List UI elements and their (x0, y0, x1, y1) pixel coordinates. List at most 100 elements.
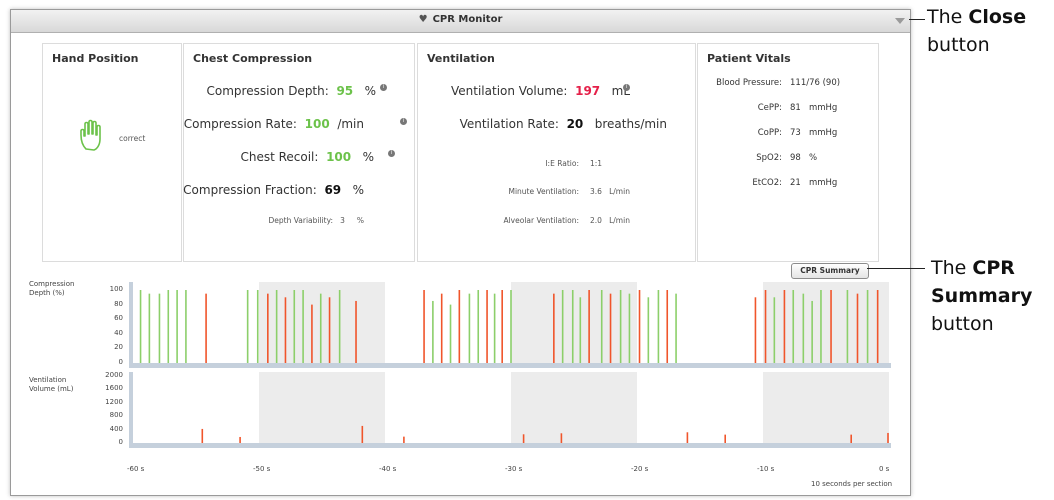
compression-bar (185, 290, 187, 363)
compression-bar (773, 297, 776, 363)
cpr-monitor-window: ♥ CPR Monitor Hand Position correct Chest… (10, 9, 911, 496)
compression-bar (167, 290, 170, 363)
compression-bar (619, 290, 622, 363)
ventilation-bar (201, 428, 204, 443)
compression-bar (458, 290, 461, 363)
x-axis-bar (129, 363, 891, 368)
compression-bar (158, 293, 161, 363)
shaded-section (763, 372, 889, 443)
compression-bar (284, 297, 287, 363)
compression-bar (440, 293, 443, 363)
ventilation-y-tick: 0 (118, 438, 123, 446)
compression-y-tick: 80 (114, 299, 123, 308)
ventilation-bar (522, 434, 525, 443)
compression-bar (302, 290, 304, 363)
compression-bar (876, 290, 879, 363)
ventilation-bar (724, 434, 726, 443)
compression-bar (856, 293, 859, 363)
shaded-section (511, 282, 637, 363)
compression-y-tick: 40 (114, 328, 123, 337)
shaded-section (511, 372, 637, 443)
compression-bar (311, 304, 313, 363)
x-tick-label: 0 s (879, 465, 890, 473)
compression-bar (486, 290, 488, 363)
close-callout-line (909, 19, 925, 20)
compression-bar (866, 290, 869, 363)
compression-bar (246, 290, 249, 363)
compression-bar (338, 290, 341, 363)
compression-bar (148, 293, 151, 363)
ventilation-y-tick: 2000 (105, 371, 123, 379)
compression-bar (553, 293, 555, 363)
compression-bar (666, 290, 669, 363)
compression-y-tick: 20 (114, 343, 123, 352)
compression-bar (477, 290, 480, 363)
compression-bar (432, 300, 434, 363)
compression-bar (510, 290, 512, 363)
compression-bar (820, 290, 822, 363)
ventilation-bar (850, 434, 852, 443)
compression-bar (754, 297, 757, 363)
compression-bar (571, 290, 574, 363)
compression-y-tick: 0 (118, 358, 123, 366)
compression-bar (657, 290, 660, 363)
ventilation-y-tick: 400 (109, 424, 123, 433)
x-tick-label: -50 s (253, 465, 271, 473)
y-axis-bar (129, 282, 133, 367)
compression-bar (811, 300, 813, 363)
seconds-per-section: 10 seconds per section (811, 480, 893, 488)
compression-bar (423, 290, 425, 363)
compression-bar (468, 293, 471, 363)
ventilation-y-tick: 1600 (105, 384, 123, 393)
compression-bar (783, 290, 786, 363)
ventilation-bar (239, 436, 241, 443)
compression-bar (205, 293, 207, 363)
ventilation-y-tick: 800 (109, 411, 123, 420)
x-axis-bar (129, 443, 891, 448)
x-tick-label: -40 s (379, 465, 397, 473)
compression-bar (830, 290, 832, 363)
compression-bar (319, 293, 322, 363)
shaded-section (763, 282, 889, 363)
compression-bar (628, 293, 631, 363)
compression-bar (493, 293, 496, 363)
shaded-section (259, 372, 385, 443)
compression-bar (675, 293, 677, 363)
compression-bar (139, 290, 142, 363)
compression-bar (609, 293, 612, 363)
compression-bar (275, 290, 278, 363)
compression-bar (638, 290, 641, 363)
ventilation-bar (560, 433, 563, 443)
compression-bar (267, 293, 269, 363)
ventilation-bar (887, 432, 889, 443)
compression-bar (647, 297, 650, 363)
compression-bar (293, 290, 296, 363)
compression-bar (846, 290, 849, 363)
compression-bar (328, 297, 331, 363)
ventilation-y-tick: 1200 (105, 397, 123, 406)
compression-bar (355, 300, 357, 363)
compression-bar (256, 290, 259, 363)
cpr-summary-callout-line (867, 268, 925, 269)
compression-bar (600, 290, 603, 363)
x-tick-label: -60 s (127, 465, 145, 473)
compression-y-tick: 60 (114, 314, 123, 323)
ventilation-bar (361, 425, 364, 443)
ventilation-bar (403, 436, 405, 443)
x-tick-label: -20 s (631, 465, 649, 473)
close-callout: The Close button (927, 6, 1027, 56)
compression-bar (501, 290, 503, 363)
compression-bar (449, 304, 452, 363)
compression-bar (588, 290, 590, 363)
ventilation-bar (686, 432, 689, 443)
compression-y-tick: 100 (109, 285, 123, 293)
compression-bar (764, 290, 767, 363)
shaded-section (259, 282, 385, 363)
compression-bar (561, 290, 564, 363)
compression-bar (176, 290, 178, 363)
compression-bar (579, 297, 582, 363)
x-tick-label: -10 s (757, 465, 775, 473)
chart-canvas (129, 282, 891, 448)
y-axis-bar (129, 372, 133, 447)
cpr-summary-callout: The CPR Summary button (931, 257, 1033, 335)
